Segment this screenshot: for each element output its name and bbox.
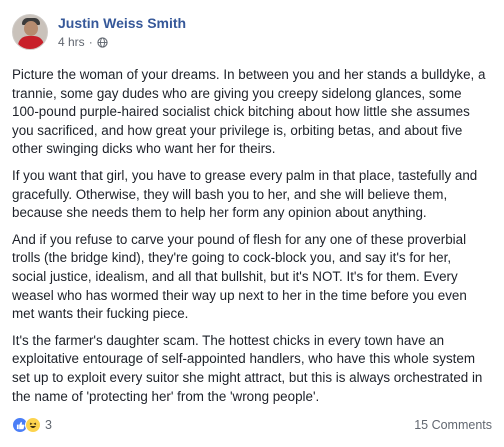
separator-dot: · bbox=[88, 35, 93, 49]
facebook-post: Justin Weiss Smith 4 hrs · Picture the w… bbox=[0, 0, 504, 447]
post-paragraph: It's the farmer's daughter scam. The hot… bbox=[12, 332, 483, 404]
post-paragraph: Picture the woman of your dreams. In bet… bbox=[12, 67, 486, 157]
time-row: 4 hrs · bbox=[58, 34, 186, 50]
post-paragraph: And if you refuse to carve your pound of… bbox=[12, 231, 467, 322]
post-footer: 3 15 Comments bbox=[12, 413, 492, 437]
haha-icon bbox=[25, 417, 41, 433]
post-timestamp[interactable]: 4 hrs bbox=[58, 34, 85, 50]
post-meta: Justin Weiss Smith 4 hrs · bbox=[58, 14, 186, 50]
globe-icon[interactable] bbox=[97, 36, 108, 48]
reaction-count: 3 bbox=[45, 418, 52, 432]
author-name[interactable]: Justin Weiss Smith bbox=[58, 14, 186, 32]
comments-count-link[interactable]: 15 Comments bbox=[414, 418, 492, 432]
post-paragraph: If you want that girl, you have to greas… bbox=[12, 167, 478, 221]
reactions-summary[interactable]: 3 bbox=[12, 417, 52, 433]
post-body: Picture the woman of your dreams. In bet… bbox=[12, 66, 492, 406]
post-header: Justin Weiss Smith 4 hrs · bbox=[12, 10, 492, 54]
avatar[interactable] bbox=[12, 14, 48, 50]
